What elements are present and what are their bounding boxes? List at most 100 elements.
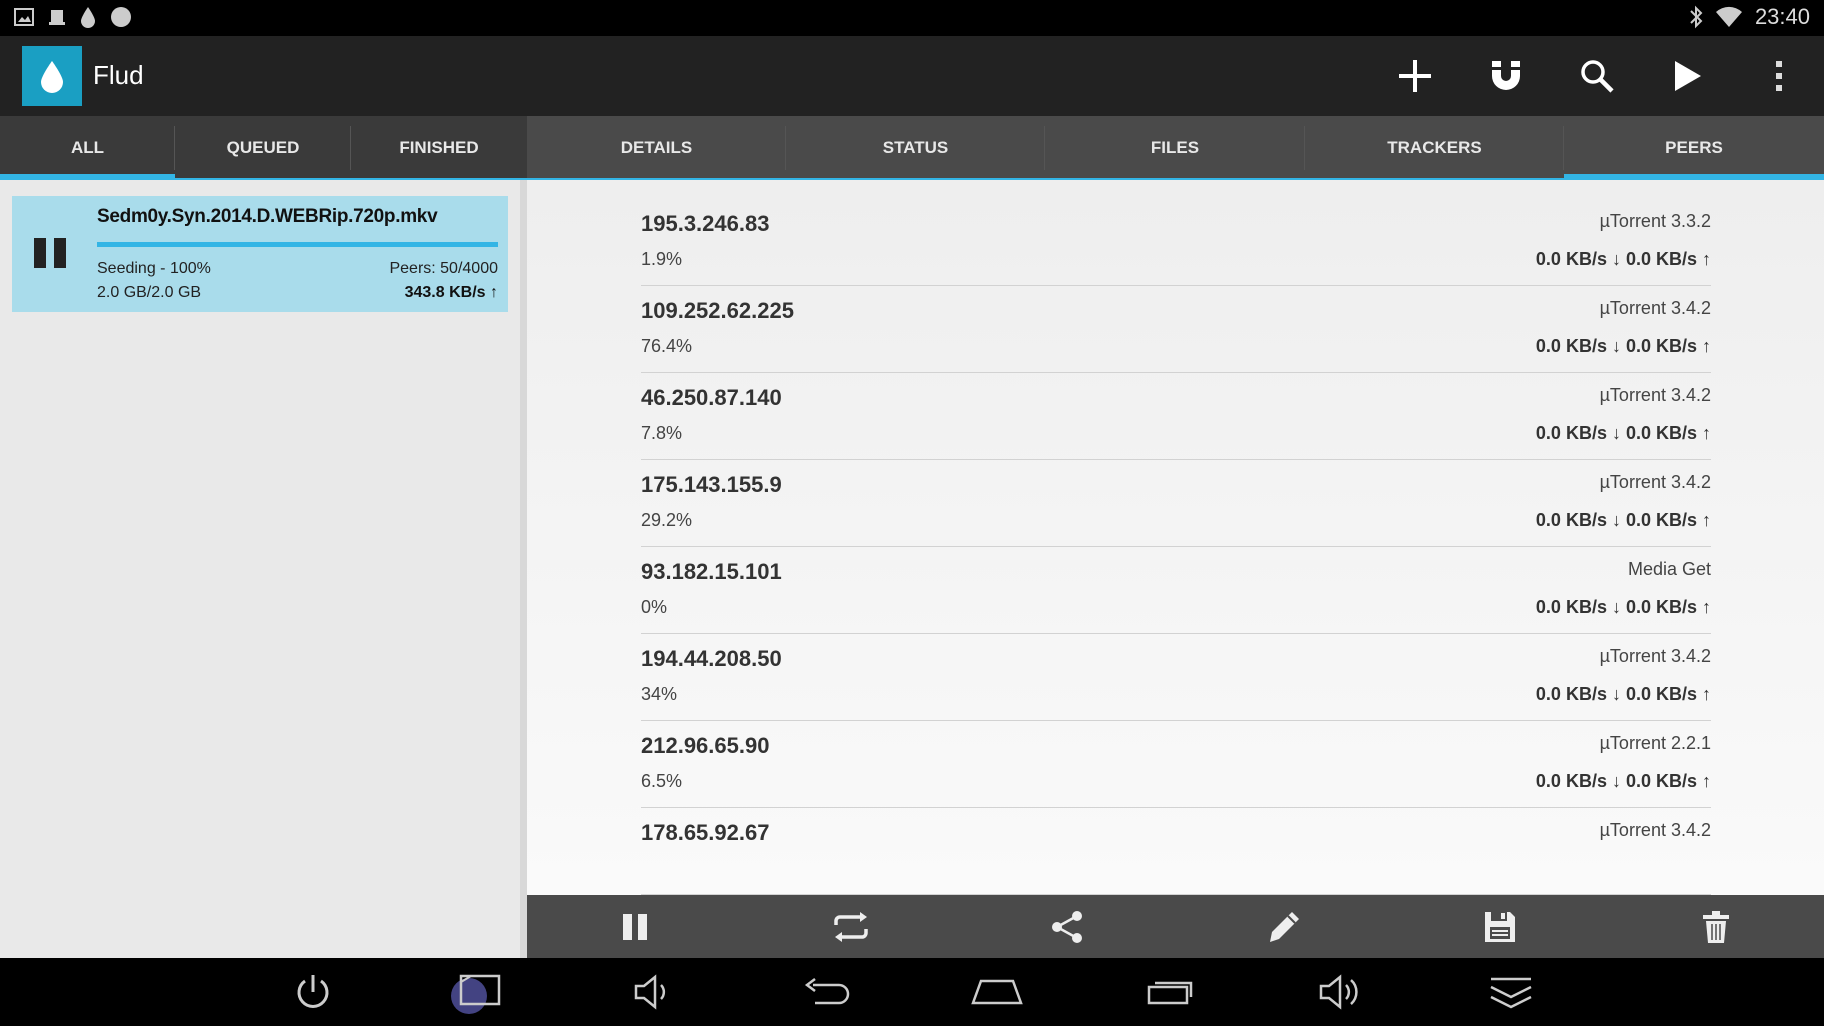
recent-apps-button[interactable]	[1140, 968, 1200, 1016]
wifi-icon	[1715, 6, 1742, 27]
recent-apps-icon	[1147, 981, 1193, 1005]
pause-torrent-button[interactable]	[34, 238, 66, 270]
screenshot-notification-icon	[49, 10, 65, 25]
tab-files[interactable]: FILES	[1045, 116, 1305, 180]
search-button[interactable]	[1551, 36, 1642, 116]
pane-divider[interactable]	[520, 180, 527, 958]
app-title: Flud	[93, 60, 144, 90]
tab-label: FINISHED	[399, 138, 479, 157]
back-button[interactable]	[797, 968, 857, 1016]
peer-ip: 46.250.87.140	[641, 385, 782, 410]
peer-row[interactable]: 212.96.65.90 6.5% µTorrent 2.2.1 0.0 KB/…	[641, 721, 1711, 808]
tab-all[interactable]: ALL	[0, 116, 175, 180]
resume-all-button[interactable]	[1642, 36, 1733, 116]
home-button[interactable]	[967, 968, 1027, 1016]
system-nav-bar	[0, 958, 1824, 1026]
peer-progress: 29.2%	[641, 510, 693, 530]
peer-row[interactable]: 109.252.62.225 76.4% µTorrent 3.4.2 0.0 …	[641, 286, 1711, 373]
peer-progress: 1.9%	[641, 249, 683, 269]
peer-row[interactable]: 194.44.208.50 34% µTorrent 3.4.2 0.0 KB/…	[641, 634, 1711, 721]
peer-row[interactable]: 178.65.92.67 µTorrent 3.4.2	[641, 808, 1711, 895]
peer-ip: 194.44.208.50	[641, 646, 782, 671]
tab-label: ALL	[70, 138, 105, 157]
overflow-menu-button[interactable]	[1733, 36, 1824, 116]
peer-speed: 0.0 KB/s ↓ 0.0 KB/s ↑	[1535, 336, 1711, 356]
peer-speed: 0.0 KB/s ↓ 0.0 KB/s ↑	[1535, 597, 1711, 617]
save-icon	[1484, 911, 1515, 942]
add-torrent-button[interactable]	[1369, 36, 1460, 116]
tab-status[interactable]: STATUS	[786, 116, 1045, 180]
share-icon	[1052, 910, 1083, 943]
peer-ip: 212.96.65.90	[641, 733, 770, 758]
tab-details[interactable]: DETAILS	[527, 116, 786, 180]
peer-progress: 6.5%	[641, 771, 683, 791]
tab-label: FILES	[1150, 138, 1200, 157]
peer-client: Media Get	[1627, 559, 1711, 579]
peer-speed: 0.0 KB/s ↓ 0.0 KB/s ↑	[1535, 510, 1711, 530]
torrent-item[interactable]: Sedm0y.Syn.2014.D.WEBRip.720p.mkv Seedin…	[12, 196, 508, 312]
tab-bar: ALL QUEUED FINISHED DETAILS STATUS FILES…	[0, 116, 1824, 180]
play-icon	[1674, 61, 1701, 91]
peer-row[interactable]: 195.3.246.83 1.9% µTorrent 3.3.2 0.0 KB/…	[641, 199, 1711, 286]
tab-label: TRACKERS	[1387, 138, 1482, 157]
circle-notification-icon	[111, 7, 131, 27]
tab-trackers[interactable]: TRACKERS	[1305, 116, 1564, 180]
peer-client: µTorrent 3.4.2	[1599, 472, 1711, 492]
volume-down-button[interactable]	[625, 968, 685, 1016]
screenshot-button[interactable]	[447, 968, 507, 1016]
peer-speed: 0.0 KB/s ↓ 0.0 KB/s ↑	[1535, 249, 1711, 269]
torrent-speed: 343.8 KB/s ↑	[404, 284, 498, 301]
pause-button[interactable]	[527, 895, 743, 958]
edit-button[interactable]	[1176, 895, 1392, 958]
clock: 23:40	[1754, 4, 1810, 29]
torrent-name: Sedm0y.Syn.2014.D.WEBRip.720p.mkv	[97, 206, 438, 227]
peer-speed: 0.0 KB/s ↓ 0.0 KB/s ↑	[1535, 684, 1711, 704]
peer-list[interactable]: 195.3.246.83 1.9% µTorrent 3.3.2 0.0 KB/…	[641, 199, 1711, 895]
peer-client: µTorrent 2.2.1	[1599, 733, 1711, 753]
tab-label: QUEUED	[226, 138, 300, 157]
overflow-menu-icon	[1775, 61, 1782, 91]
pause-icon	[623, 913, 648, 940]
delete-icon	[1702, 910, 1729, 943]
search-icon	[1580, 60, 1614, 93]
peer-client: µTorrent 3.4.2	[1599, 298, 1711, 318]
flud-logo-icon	[41, 61, 63, 93]
peer-ip: 109.252.62.225	[641, 298, 794, 323]
peer-row[interactable]: 93.182.15.101 0% Media Get 0.0 KB/s ↓ 0.…	[641, 547, 1711, 634]
peer-progress: 7.8%	[641, 423, 683, 443]
volume-down-icon	[634, 974, 666, 1010]
peer-row[interactable]: 46.250.87.140 7.8% µTorrent 3.4.2 0.0 KB…	[641, 373, 1711, 460]
add-icon	[1398, 60, 1431, 92]
share-button[interactable]	[959, 895, 1175, 958]
volume-up-icon	[1319, 974, 1358, 1010]
app-logo[interactable]	[22, 46, 82, 106]
torrent-size: 2.0 GB/2.0 GB	[97, 284, 202, 301]
home-icon	[971, 979, 1023, 1005]
peer-ip: 175.143.155.9	[641, 472, 782, 497]
torrent-peers: Peers: 50/4000	[389, 260, 498, 277]
delete-button[interactable]	[1608, 895, 1824, 958]
collapse-button[interactable]	[1481, 968, 1541, 1016]
peer-ip: 93.182.15.101	[641, 559, 782, 584]
peer-client: µTorrent 3.4.2	[1599, 820, 1711, 840]
tab-finished[interactable]: FINISHED	[351, 116, 527, 180]
tab-queued[interactable]: QUEUED	[175, 116, 351, 180]
volume-up-button[interactable]	[1312, 968, 1372, 1016]
save-button[interactable]	[1392, 895, 1608, 958]
peer-ip: 178.65.92.67	[641, 820, 770, 845]
power-button[interactable]	[283, 968, 343, 1016]
tab-peers[interactable]: PEERS	[1564, 116, 1824, 180]
recheck-button[interactable]	[743, 895, 959, 958]
collapse-icon	[1490, 977, 1532, 1009]
peer-progress: 34%	[641, 684, 678, 704]
pause-icon	[34, 238, 46, 268]
peer-row[interactable]: 175.143.155.9 29.2% µTorrent 3.4.2 0.0 K…	[641, 460, 1711, 547]
tab-label: STATUS	[882, 138, 949, 157]
add-magnet-button[interactable]	[1460, 36, 1551, 116]
action-bar: Flud	[0, 36, 1824, 116]
peer-ip: 195.3.246.83	[641, 211, 770, 236]
tab-label: PEERS	[1665, 138, 1723, 157]
recheck-icon	[834, 911, 868, 942]
peer-client: µTorrent 3.3.2	[1599, 211, 1711, 231]
back-icon	[804, 978, 850, 1005]
